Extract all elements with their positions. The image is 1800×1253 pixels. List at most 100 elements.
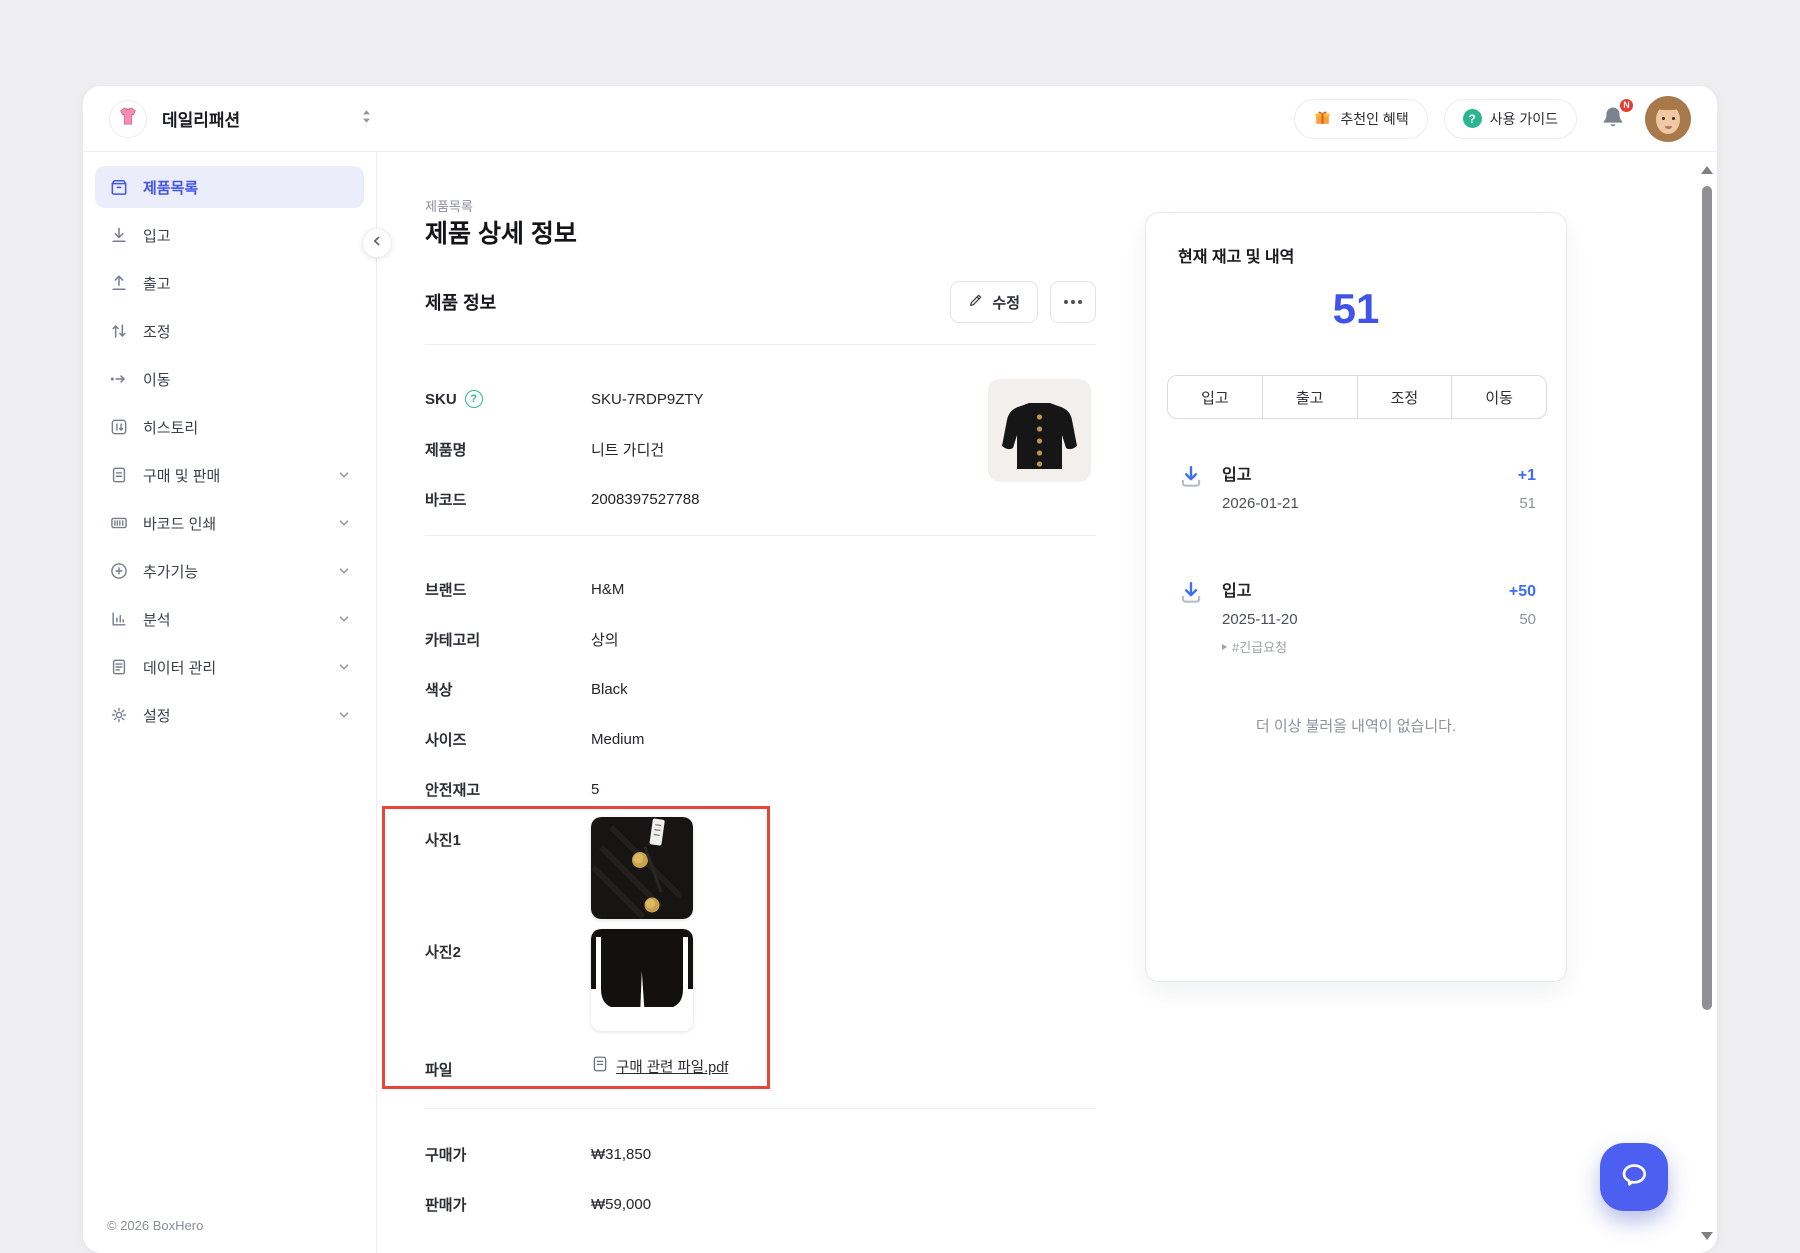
- receipt-icon: [109, 465, 129, 485]
- edit-label: 수정: [992, 292, 1020, 313]
- gift-icon: [1313, 108, 1332, 130]
- adjust-button[interactable]: 조정: [1357, 376, 1452, 418]
- section-title: 제품 정보: [425, 289, 496, 315]
- app-window: 데일리패션 추천인 혜택 ? 사용 가이드 N: [83, 86, 1717, 1253]
- scrollbar-thumb[interactable]: [1702, 186, 1712, 1010]
- history-type: 입고: [1222, 577, 1251, 601]
- chevron-down-icon: [338, 613, 350, 625]
- history-tag[interactable]: #긴급요청: [1222, 637, 1536, 656]
- file-link[interactable]: 구매 관련 파일.pdf: [616, 1056, 728, 1077]
- sidebar-item-analytics[interactable]: 분석: [95, 598, 364, 640]
- scroll-up-arrow[interactable]: [1701, 166, 1713, 176]
- workspace-name: 데일리패션: [162, 106, 240, 131]
- scroll-down-arrow[interactable]: [1701, 1232, 1713, 1242]
- workspace-logo[interactable]: [109, 100, 147, 138]
- user-avatar[interactable]: [1645, 96, 1691, 142]
- history-delta: +1: [1518, 467, 1536, 485]
- sidebar-item-label: 제품목록: [143, 177, 198, 198]
- history-date: 2025-11-20: [1222, 611, 1298, 628]
- sidebar-item-label: 설정: [143, 705, 171, 726]
- field-value: Black: [591, 681, 628, 698]
- sidebar-item-stock-in[interactable]: 입고: [95, 214, 364, 256]
- field-value: 2008397527788: [591, 491, 699, 508]
- detail-fields: 브랜드 H&M 카테고리 상의 색상 Black 사이즈 Medium 안전재고…: [425, 564, 1096, 814]
- history-empty-text: 더 이상 불러올 내역이 없습니다.: [1146, 715, 1566, 736]
- sku-help-icon[interactable]: ?: [465, 390, 483, 408]
- stock-out-button[interactable]: 출고: [1262, 376, 1357, 418]
- triangle-down-icon: [1701, 1232, 1713, 1240]
- field-row-category: 카테고리 상의: [425, 614, 1096, 664]
- gear-icon: [109, 705, 129, 725]
- field-value: SKU-7RDP9ZTY: [591, 391, 704, 408]
- sidebar-item-label: 입고: [143, 225, 171, 246]
- barcode-icon: [109, 513, 129, 533]
- stock-in-icon: [1178, 464, 1204, 495]
- price-fields: 구매가 ₩31,850 판매가 ₩59,000: [425, 1129, 1096, 1229]
- field-row-size: 사이즈 Medium: [425, 714, 1096, 764]
- pencil-icon: [968, 292, 984, 312]
- history-entry: 입고 +50 2025-11-20 50 #긴급요청: [1178, 577, 1536, 656]
- avatar-eye: [1672, 117, 1675, 120]
- sidebar-item-label: 조정: [143, 321, 171, 342]
- sidebar-item-move[interactable]: 이동: [95, 358, 364, 400]
- notifications-button[interactable]: N: [1599, 104, 1629, 134]
- chat-bubble-icon: [1618, 1159, 1650, 1196]
- stock-panel: 현재 재고 및 내역 51 입고 출고 조정 이동 입고 +1: [1145, 212, 1567, 982]
- photo1-thumbnail[interactable]: [591, 817, 693, 919]
- edit-button[interactable]: 수정: [950, 281, 1038, 323]
- field-label: 브랜드: [425, 579, 466, 600]
- move-button[interactable]: 이동: [1451, 376, 1546, 418]
- sidebar-item-data-management[interactable]: 데이터 관리: [95, 646, 364, 688]
- file-attachment[interactable]: 구매 관련 파일.pdf: [591, 1055, 728, 1078]
- stock-action-group: 입고 출고 조정 이동: [1167, 375, 1547, 419]
- field-row-color: 색상 Black: [425, 664, 1096, 714]
- sidebar-item-barcode-print[interactable]: 바코드 인쇄: [95, 502, 364, 544]
- field-value: ₩31,850: [591, 1146, 651, 1163]
- photo2-thumbnail[interactable]: [591, 929, 693, 1031]
- field-label: 제품명: [425, 439, 466, 460]
- history-tag-label: #긴급요청: [1232, 637, 1287, 656]
- sidebar-collapse-button[interactable]: [362, 228, 392, 258]
- triangle-up-icon: [1701, 166, 1713, 174]
- history-total: 51: [1519, 495, 1536, 512]
- sidebar-item-label: 분석: [143, 609, 171, 630]
- sidebar-item-stock-out[interactable]: 출고: [95, 262, 364, 304]
- history-delta: +50: [1509, 583, 1536, 601]
- sidebar-item-addons[interactable]: 추가기능: [95, 550, 364, 592]
- chevron-down-icon: [338, 469, 350, 481]
- avatar-hair: [1652, 98, 1684, 110]
- guide-button[interactable]: ? 사용 가이드: [1444, 99, 1577, 139]
- field-label: 안전재고: [425, 779, 480, 800]
- field-row-brand: 브랜드 H&M: [425, 564, 1096, 614]
- sidebar-item-adjust[interactable]: 조정: [95, 310, 364, 352]
- sidebar-item-settings[interactable]: 설정: [95, 694, 364, 736]
- workspace-switcher[interactable]: [360, 109, 373, 129]
- breadcrumb[interactable]: 제품목록: [425, 196, 473, 215]
- field-label: 바코드: [425, 489, 466, 510]
- chevron-down-icon: [338, 661, 350, 673]
- history-date: 2026-01-21: [1222, 495, 1299, 512]
- more-icon: [1071, 300, 1075, 304]
- more-button[interactable]: [1050, 281, 1096, 323]
- main-content: 제품목록 제품 상세 정보 제품 정보 수정 SKU ? SKU-7RDP9: [377, 152, 1717, 1253]
- referral-label: 추천인 혜택: [1340, 109, 1408, 129]
- product-thumbnail[interactable]: [988, 379, 1091, 482]
- stock-panel-title: 현재 재고 및 내역: [1178, 243, 1294, 267]
- box-icon: [109, 177, 129, 197]
- chat-launcher-button[interactable]: [1600, 1143, 1668, 1211]
- tag-marker-icon: [1222, 644, 1227, 650]
- referral-button[interactable]: 추천인 혜택: [1294, 99, 1427, 139]
- sidebar-item-purchase-sales[interactable]: 구매 및 판매: [95, 454, 364, 496]
- stock-in-button[interactable]: 입고: [1168, 376, 1262, 418]
- question-circle-icon: ?: [1463, 109, 1482, 128]
- sidebar-item-history[interactable]: 히스토리: [95, 406, 364, 448]
- field-label: 색상: [425, 679, 453, 700]
- file-icon: [591, 1055, 609, 1078]
- stock-in-icon: [1178, 580, 1204, 611]
- photo2-label: 사진2: [425, 941, 461, 962]
- field-label: 판매가: [425, 1194, 466, 1215]
- sidebar-item-label: 추가기능: [143, 561, 198, 582]
- sidebar-item-products[interactable]: 제품목록: [95, 166, 364, 208]
- move-arrow-icon: [109, 369, 129, 389]
- field-value: ₩59,000: [591, 1196, 651, 1213]
